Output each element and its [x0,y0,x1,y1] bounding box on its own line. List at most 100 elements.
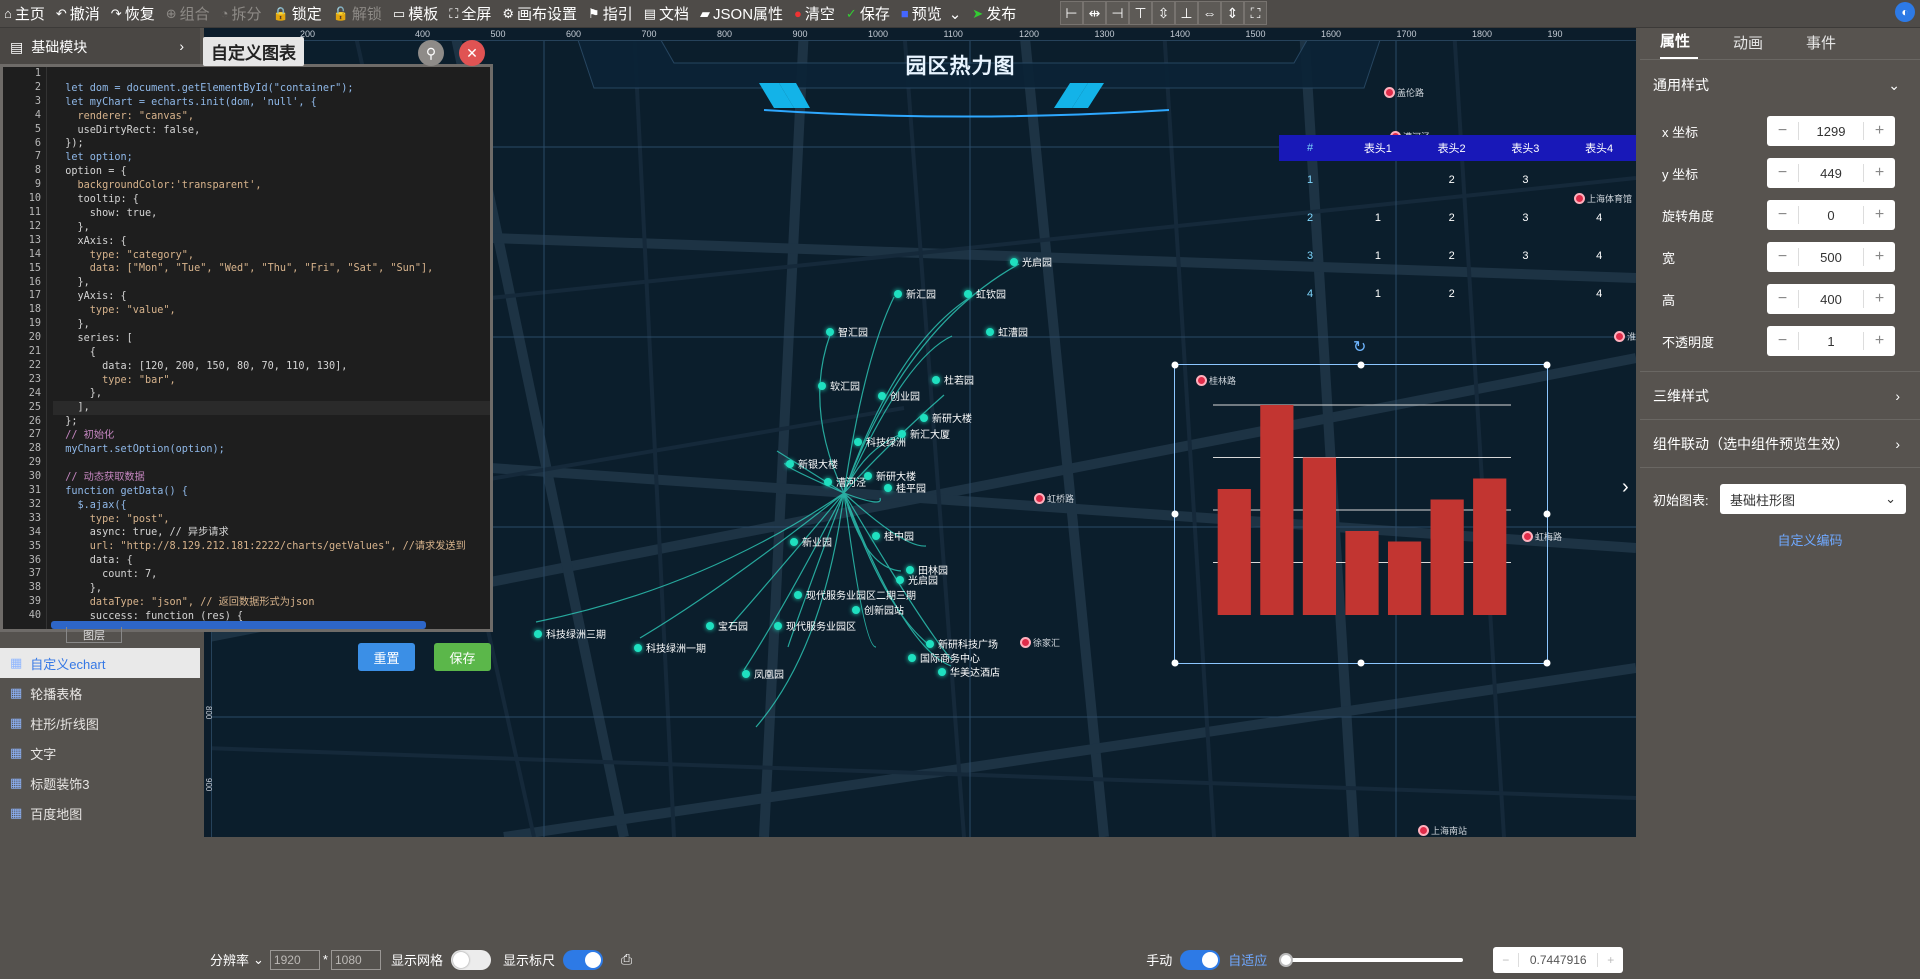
toolbar-clear-button[interactable]: ● 清空 [794,3,835,24]
heatmap-node[interactable]: 现代服务业园区二期三期 [794,587,916,602]
component-item[interactable]: ▦ 轮播表格 [0,678,200,708]
chevron-right-icon[interactable]: › [179,38,184,54]
bar-Mon[interactable] [1217,489,1251,615]
heatmap-node[interactable]: 软汇园 [818,378,860,393]
resize-handle-sw[interactable] [1171,659,1179,667]
heatmap-node[interactable]: 虹钦园 [964,286,1006,301]
bar-Fri[interactable] [1387,541,1422,616]
toolbar-gear-button[interactable]: ⚙ 画布设置 [502,3,577,24]
tab-1[interactable]: 动画 [1733,32,1806,59]
zoom-slider-knob[interactable] [1279,952,1294,967]
heatmap-node[interactable]: 桂中园 [872,528,914,543]
close-icon[interactable]: ✕ [459,40,485,66]
heatmap-node[interactable]: 国际商务中心 [908,650,980,665]
user-avatar-icon[interactable]: ◐ [1895,2,1915,22]
align-bottom-icon[interactable]: ⊥ [1175,1,1198,25]
custom-code-link[interactable]: 自定义编码 [1640,530,1920,549]
decrement-button[interactable]: − [1767,164,1799,182]
bar-Thu[interactable] [1345,531,1379,615]
heatmap-node[interactable]: 创新园站 [852,602,904,617]
component-item[interactable]: ▦ 文字 [0,738,200,768]
carousel-table[interactable]: # 表头1 表头2 表头3 表头4 1 2 3 2 1 2 3 4 3 1 2 3 4 4 1 2 4 [1279,135,1636,325]
heatmap-node[interactable]: 华美达酒店 [938,664,1000,679]
toolbar-group-button[interactable]: ⊕ 组合 [166,3,210,24]
property-value[interactable]: 449 [1799,166,1863,181]
distribute-h-icon[interactable]: ⇔ [1198,1,1221,25]
toolbar-publish-button[interactable]: ➤ 发布 [972,3,1016,24]
property-value[interactable]: 400 [1799,292,1863,307]
resize-handle-nw[interactable] [1171,361,1179,369]
toolbar-fullscreen-button[interactable]: ⛶ 全屏 [449,3,491,24]
resize-handle-ne[interactable] [1543,361,1551,369]
toolbar-home-button[interactable]: ⌂ 主页 [4,3,45,24]
distribute-v-icon[interactable]: ⇕ [1221,1,1244,25]
resize-handle-s[interactable] [1357,659,1365,667]
zoom-minus-button[interactable]: − [1493,952,1520,967]
toolbar-template-button[interactable]: ▭ 模板 [393,3,438,24]
zoom-stepper[interactable]: − 0.7447916 + [1493,946,1624,973]
component-item[interactable]: ▦ 标题装饰3 [0,768,200,798]
property-stepper[interactable]: −0 + [1767,200,1895,230]
chevron-right-icon[interactable]: › [1622,476,1629,499]
heatmap-node[interactable]: 凤凰园 [742,666,784,681]
resize-handle-w[interactable] [1171,510,1179,518]
heatmap-node[interactable]: 科技绿洲一期 [634,640,706,655]
fit-icon[interactable]: ⛶ [1244,1,1267,25]
decrement-button[interactable]: − [1767,290,1799,308]
poi-marker[interactable]: 徐家汇 [1020,636,1060,649]
3d-style-section[interactable]: 三维样式 › [1640,372,1920,420]
component-item[interactable]: ▦ 自定义echart [0,648,200,678]
resolution-width-input[interactable]: 1920 [269,949,320,970]
heatmap-node[interactable]: 新汇园 [894,286,936,301]
poi-marker[interactable]: 淮海路 [1614,330,1636,343]
property-value[interactable]: 1 [1799,334,1863,349]
increment-button[interactable]: + [1863,248,1895,266]
property-value[interactable]: 500 [1799,250,1863,265]
code-editor[interactable]: 1 2 3 4 5 6 7 8 9 10 11 12 13 14 15 16 17 18 19 20 21 22 23 24 2… [0,64,493,632]
property-stepper[interactable]: −500 + [1767,242,1895,272]
layer-tab[interactable]: 图层 [66,627,122,643]
bar-Sat[interactable] [1430,499,1464,616]
increment-button[interactable]: + [1863,206,1895,224]
property-value[interactable]: 1299 [1799,124,1863,139]
align-center-v-icon[interactable]: ⇳ [1152,1,1175,25]
decrement-button[interactable]: − [1767,332,1799,350]
tab-2[interactable]: 事件 [1806,32,1879,59]
resize-handle-e[interactable] [1543,510,1551,518]
heatmap-node[interactable]: 创业园 [878,388,920,403]
screenshot-icon[interactable]: ⎙ [621,951,632,968]
heatmap-node[interactable]: 新汇大厦 [898,426,950,441]
bar-Wed[interactable] [1302,457,1337,616]
toolbar-undo-button[interactable]: ↶ 撤消 [56,3,100,24]
zoom-plus-button[interactable]: + [1597,952,1623,967]
show-grid-toggle[interactable] [451,949,491,970]
heatmap-node[interactable]: 新银大楼 [786,456,838,471]
resize-handle-n[interactable] [1357,361,1365,369]
selected-component[interactable]: ↻ [1171,339,1551,667]
zoom-slider[interactable] [1279,952,1464,967]
heatmap-node[interactable]: 宝石园 [706,618,748,633]
heatmap-node[interactable]: 智汇园 [826,324,868,339]
toolbar-preview-button[interactable]: ■ 预览 ⌄ [901,3,961,24]
heatmap-node[interactable]: 桂平园 [884,480,926,495]
toolbar-lock-button[interactable]: 🔒 锁定 [273,3,322,24]
toolbar-document-button[interactable]: ▤ 文档 [644,3,689,24]
resolution-height-input[interactable]: 1080 [330,949,381,970]
increment-button[interactable]: + [1863,122,1895,140]
general-style-section[interactable]: 通用样式 ⌄ [1640,60,1920,110]
editor-code[interactable]: let dom = document.getElementById("conta… [53,67,490,622]
poi-marker[interactable]: 盖伦路 [1384,86,1424,99]
heatmap-node[interactable]: 新业园 [790,534,832,549]
align-right-icon[interactable]: ⊣ [1106,1,1129,25]
property-stepper[interactable]: −1 + [1767,326,1895,356]
component-link-section[interactable]: 组件联动（选中组件预览生效） › [1640,420,1920,468]
heatmap-node[interactable]: 新研科技广场 [926,636,998,651]
show-ruler-toggle[interactable] [563,949,604,970]
resolution-dropdown-icon[interactable]: ⌄ [253,952,264,968]
search-icon[interactable]: ⚲ [418,40,444,66]
property-stepper[interactable]: −449 + [1767,158,1895,188]
toolbar-unlock-button[interactable]: 🔓 解锁 [333,3,382,24]
resize-handle-se[interactable] [1543,659,1551,667]
save-button[interactable]: 保存 [434,643,491,671]
heatmap-node[interactable]: 漕河泾 [824,474,866,489]
